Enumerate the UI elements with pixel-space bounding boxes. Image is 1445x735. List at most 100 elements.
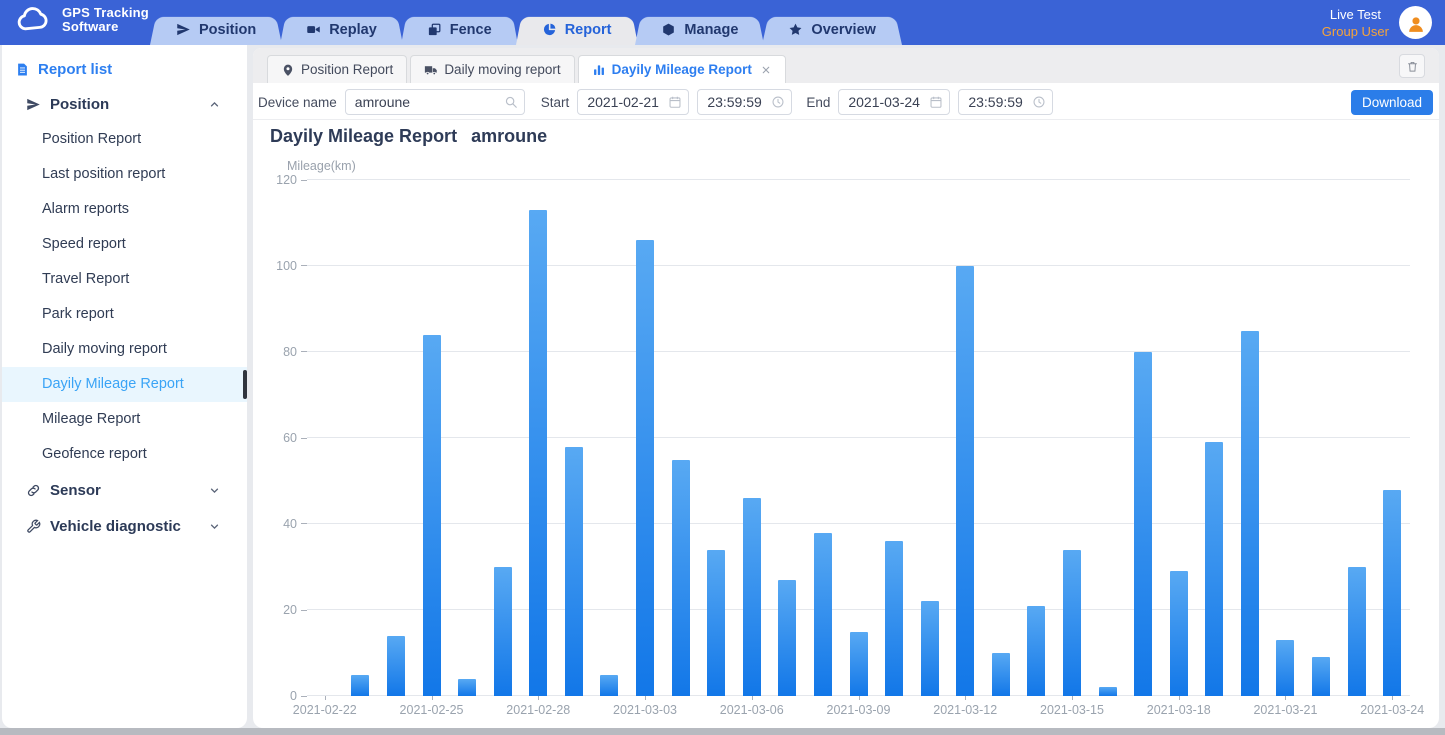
bar-2021-02-28[interactable] [529,210,547,696]
download-button[interactable]: Download [1351,90,1433,115]
sidebar-item-position-report[interactable]: Position Report [2,122,247,157]
bar-2021-03-22[interactable] [1312,657,1330,696]
star-icon [788,22,803,37]
avatar[interactable] [1399,6,1432,39]
clear-tabs-button[interactable] [1399,54,1425,78]
bar-2021-03-05[interactable] [707,550,725,696]
bar-2021-03-24[interactable] [1383,490,1401,696]
trash-icon [1406,60,1419,73]
video-camera-icon [306,22,321,37]
sidebar-group-position[interactable]: Position [2,86,247,122]
map-pin-icon [281,63,295,77]
report-tab-position-report[interactable]: Position Report [267,55,407,83]
user-icon [1406,14,1426,34]
close-icon[interactable] [760,64,772,76]
nav-user: Live Test Group User [1322,0,1432,45]
x-tick-label-2021-03-12: 2021-03-12 [933,703,997,717]
gps-tracking-app: GPS Tracking Software PositionReplayFenc… [0,0,1445,735]
clock-icon[interactable] [771,95,785,109]
calendar-icon[interactable] [668,95,682,109]
x-tick-mark [1179,696,1180,700]
search-icon[interactable] [504,95,518,109]
sidebar-item-daily-moving-report[interactable]: Daily moving report [2,332,247,367]
report-tab-label: Dayily Mileage Report [612,62,752,77]
sidebar-item-dayily-mileage-report[interactable]: Dayily Mileage Report [2,367,247,402]
sidebar-item-alarm-reports[interactable]: Alarm reports [2,192,247,227]
clock-icon[interactable] [1032,95,1046,109]
report-toolbar: Device name Start End [253,83,1439,119]
report-tab-label: Daily moving report [444,62,560,77]
bar-2021-03-10[interactable] [885,541,903,696]
bar-2021-03-06[interactable] [743,498,761,696]
brand-text: GPS Tracking Software [62,6,149,34]
nav-tab-manage[interactable]: Manage [635,14,764,45]
user-icon [1406,14,1426,34]
search-icon [504,95,518,109]
sidebar-group-vehicle-diagnostic[interactable]: Vehicle diagnostic [2,508,247,544]
bar-2021-03-18[interactable] [1170,571,1188,696]
calendar-icon[interactable] [929,95,943,109]
bar-2021-03-13[interactable] [992,653,1010,696]
report-tab-dayily-mileage-report[interactable]: Dayily Mileage Report [578,55,786,83]
bar-2021-02-26[interactable] [458,679,476,696]
x-tick-label-2021-02-22: 2021-02-22 [293,703,357,717]
bar-2021-03-15[interactable] [1063,550,1081,696]
nav-tab-position[interactable]: Position [150,14,282,45]
user-name: Live Test [1322,6,1389,23]
bar-2021-03-02[interactable] [600,675,618,697]
bar-2021-02-23[interactable] [351,675,369,697]
bar-2021-03-08[interactable] [814,533,832,696]
bar-2021-03-23[interactable] [1348,567,1366,696]
nav-tab-fence[interactable]: Fence [401,14,518,45]
sidebar-group-label: Sensor [50,482,101,499]
bar-2021-02-25[interactable] [423,335,441,696]
bar-2021-03-01[interactable] [565,447,583,696]
link-icon [26,483,41,498]
pie-chart-icon [542,22,557,37]
bar-2021-03-14[interactable] [1027,606,1045,696]
y-axis-label: Mileage(km) [287,159,356,173]
bar-2021-03-04[interactable] [672,460,690,697]
nav-tab-report[interactable]: Report [516,14,638,45]
x-tick-mark [432,696,433,700]
bar-2021-03-09[interactable] [850,632,868,697]
bar-2021-03-16[interactable] [1099,687,1117,696]
sidebar-item-park-report[interactable]: Park report [2,297,247,332]
page-footer [0,728,1445,735]
report-list-header: Report list [2,45,247,86]
end-time-field [958,89,1053,115]
bar-2021-03-17[interactable] [1134,352,1152,696]
bar-2021-03-21[interactable] [1276,640,1294,696]
bar-2021-03-07[interactable] [778,580,796,696]
y-tick-label-20: 20 [283,603,297,617]
sidebar-item-speed-report[interactable]: Speed report [2,227,247,262]
start-date-field [577,89,689,115]
sidebar-group-label: Position [50,96,109,113]
sidebar-item-mileage-report[interactable]: Mileage Report [2,402,247,437]
device-name-input[interactable] [346,94,524,110]
sidebar-item-last-position-report[interactable]: Last position report [2,157,247,192]
x-tick-label-2021-02-28: 2021-02-28 [506,703,570,717]
wrench-icon [26,519,41,534]
report-tab-daily-moving-report[interactable]: Daily moving report [410,55,574,83]
paper-plane-icon [26,97,41,112]
nav-tab-overview[interactable]: Overview [762,14,902,45]
bar-2021-02-27[interactable] [494,567,512,696]
sidebar-item-travel-report[interactable]: Travel Report [2,262,247,297]
chevron-up-icon [208,98,221,111]
sidebar-group-sensor[interactable]: Sensor [2,472,247,508]
bar-2021-02-24[interactable] [387,636,405,696]
gridline-y-100 [307,265,1410,266]
bar-2021-03-11[interactable] [921,601,939,696]
bar-2021-03-12[interactable] [956,266,974,696]
report-list-icon [15,62,30,77]
bar-2021-03-03[interactable] [636,240,654,696]
video-camera-icon [306,22,321,37]
bar-2021-03-20[interactable] [1241,331,1259,697]
truck-icon [424,63,438,77]
x-tick-mark [859,696,860,700]
nav-user-text: Live Test Group User [1322,6,1389,40]
sidebar-item-geofence-report[interactable]: Geofence report [2,437,247,472]
bar-2021-03-19[interactable] [1205,442,1223,696]
nav-tab-replay[interactable]: Replay [280,14,403,45]
